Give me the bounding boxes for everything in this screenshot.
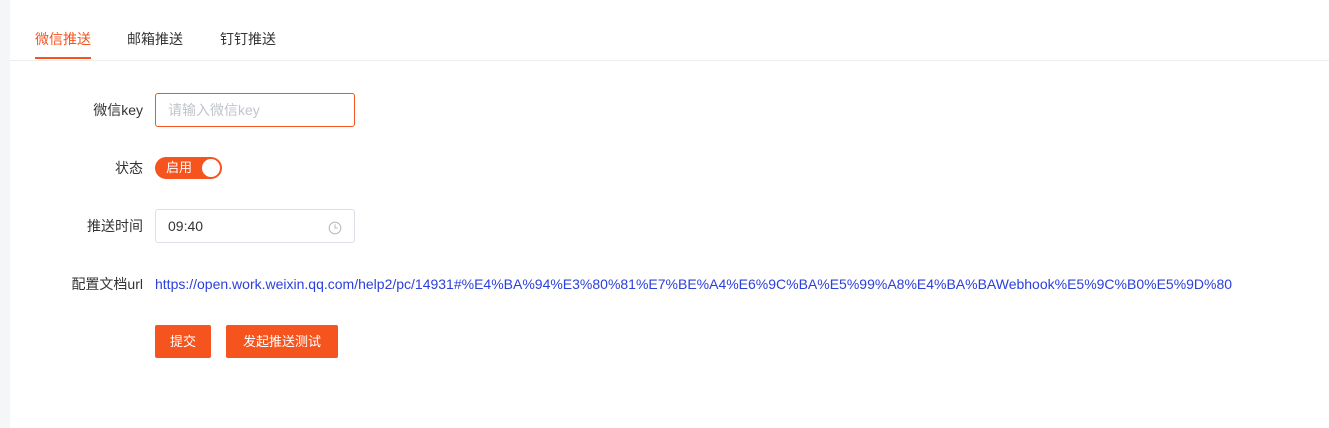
push-time-label: 推送时间 xyxy=(87,218,143,234)
doc-url-label: 配置文档url xyxy=(71,276,143,292)
wechat-key-input[interactable] xyxy=(155,93,355,127)
tab-dingtalk-push[interactable]: 钉钉推送 xyxy=(220,30,276,48)
push-tabs: 微信推送 邮箱推送 钉钉推送 xyxy=(10,0,1329,61)
status-toggle-text: 启用 xyxy=(166,160,193,175)
test-push-button[interactable]: 发起推送测试 xyxy=(226,325,338,358)
doc-url-link[interactable]: https://open.work.weixin.qq.com/help2/pc… xyxy=(155,275,1232,293)
tab-email-push[interactable]: 邮箱推送 xyxy=(127,30,183,48)
push-time-picker[interactable]: 09:40 xyxy=(155,209,355,243)
settings-panel: 微信推送 邮箱推送 钉钉推送 微信key 状态 启用 推送时间 09:40 配置… xyxy=(10,0,1329,428)
status-toggle[interactable]: 启用 xyxy=(155,157,222,179)
active-tab-indicator xyxy=(35,57,91,59)
wechat-key-label: 微信key xyxy=(93,102,143,118)
submit-button[interactable]: 提交 xyxy=(155,325,211,358)
tab-wechat-push[interactable]: 微信推送 xyxy=(35,30,91,48)
toggle-knob xyxy=(202,159,220,177)
clock-icon xyxy=(328,220,342,235)
push-time-value: 09:40 xyxy=(168,218,204,234)
status-label: 状态 xyxy=(115,160,143,176)
